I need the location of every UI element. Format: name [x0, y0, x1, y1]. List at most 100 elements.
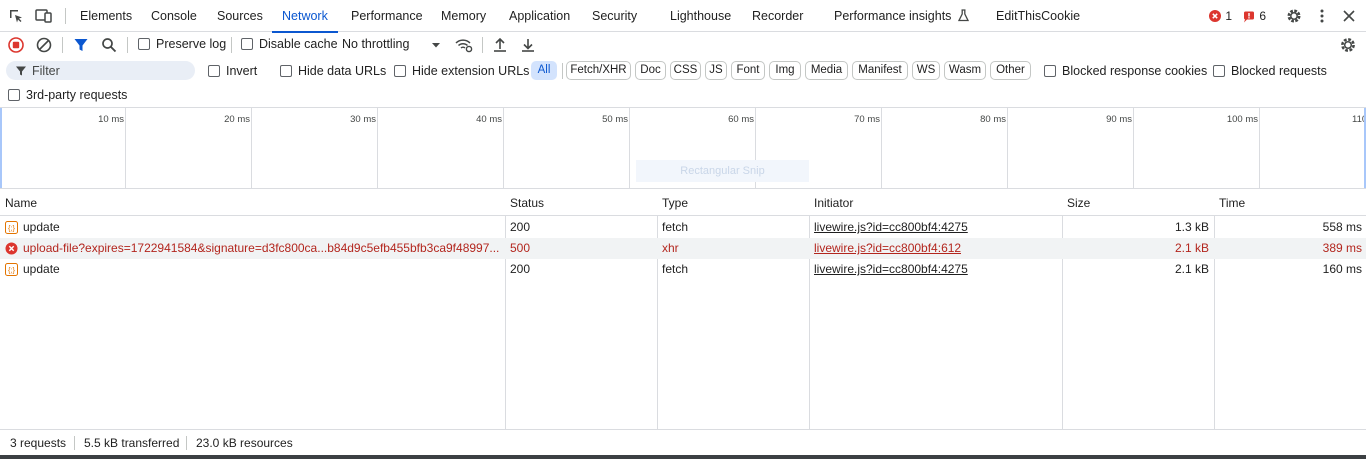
timeline-gridline: [1007, 108, 1008, 188]
table-header: Name Status Type Initiator Size Time: [0, 189, 1366, 216]
devtools-tabbar: Elements Console Sources Network Perform…: [0, 0, 1366, 33]
hide-data-urls-checkbox[interactable]: [280, 65, 292, 77]
hide-extension-urls-label: Hide extension URLs: [412, 64, 530, 78]
type-filter-other[interactable]: Other: [990, 61, 1031, 80]
tab-memory[interactable]: Memory: [441, 0, 486, 32]
tab-performance-insights-label: Performance insights: [834, 9, 952, 23]
column-header-size[interactable]: Size: [1067, 189, 1090, 216]
device-toolbar-icon[interactable]: [35, 8, 52, 24]
column-header-time[interactable]: Time: [1219, 189, 1245, 216]
request-status: 200: [510, 262, 531, 276]
preserve-log-checkbox[interactable]: [138, 38, 150, 50]
blocked-response-cookies-checkbox[interactable]: [1044, 65, 1056, 77]
type-filter-doc[interactable]: Doc: [635, 61, 666, 80]
request-size: 2.1 kB: [1174, 262, 1209, 276]
request-name: update: [23, 220, 60, 234]
type-filter-js[interactable]: JS: [705, 61, 727, 80]
search-icon[interactable]: [100, 36, 118, 54]
hide-extension-urls-checkbox[interactable]: [394, 65, 406, 77]
tab-performance-insights[interactable]: Performance insights: [834, 0, 969, 32]
column-header-status[interactable]: Status: [510, 189, 544, 216]
tab-elements[interactable]: Elements: [80, 0, 132, 32]
more-icon[interactable]: [1314, 8, 1330, 24]
tab-sources[interactable]: Sources: [217, 0, 263, 32]
export-har-icon[interactable]: [519, 36, 537, 54]
error-count[interactable]: 1: [1208, 8, 1232, 24]
blocked-requests-checkbox[interactable]: [1213, 65, 1225, 77]
inspect-element-icon[interactable]: [8, 8, 24, 24]
network-conditions-icon[interactable]: [454, 36, 473, 54]
filter-bar: Invert Hide data URLs Hide extension URL…: [0, 58, 1366, 108]
tab-security[interactable]: Security: [592, 0, 637, 32]
tab-network[interactable]: Network: [272, 0, 338, 33]
request-size: 1.3 kB: [1174, 220, 1209, 234]
timeline-tick-label: 50 ms: [602, 114, 628, 125]
invert-label: Invert: [226, 64, 258, 78]
request-initiator[interactable]: livewire.js?id=cc800bf4:4275: [814, 217, 968, 238]
table-row[interactable]: {;} update 200 fetch livewire.js?id=cc80…: [0, 217, 1366, 238]
throttling-select[interactable]: No throttling: [342, 37, 409, 51]
fetch-request-icon: {;}: [5, 221, 18, 234]
column-header-type[interactable]: Type: [662, 189, 688, 216]
request-time: 558 ms: [1322, 220, 1362, 234]
issue-flag-icon: [1244, 11, 1254, 23]
timeline-gridline: [881, 108, 882, 188]
type-filter-img[interactable]: Img: [769, 61, 801, 80]
table-row[interactable]: {;} update 200 fetch livewire.js?id=cc80…: [0, 259, 1366, 280]
toolbar-divider: [482, 37, 483, 53]
tab-editthiscookie[interactable]: EditThisCookie: [996, 0, 1080, 32]
network-overview-timeline[interactable]: 10 ms 20 ms 30 ms 40 ms 50 ms 60 ms 70 m…: [0, 108, 1366, 189]
table-row-error[interactable]: upload-file?expires=1722941584&signature…: [0, 238, 1366, 259]
timeline-tick-label: 10 ms: [98, 114, 124, 125]
request-initiator[interactable]: livewire.js?id=cc800bf4:612: [814, 238, 961, 259]
issue-count[interactable]: 6: [1243, 8, 1266, 24]
invert-checkbox[interactable]: [208, 65, 220, 77]
tab-console[interactable]: Console: [151, 0, 197, 32]
tab-performance[interactable]: Performance: [351, 0, 423, 32]
record-stop-icon[interactable]: [7, 36, 25, 54]
type-filter-css[interactable]: CSS: [670, 61, 701, 80]
chevron-down-icon[interactable]: [427, 36, 445, 54]
column-header-name[interactable]: Name: [5, 189, 37, 216]
timeline-tick-label: 80 ms: [980, 114, 1006, 125]
request-status: 200: [510, 220, 531, 234]
third-party-checkbox[interactable]: [8, 89, 20, 101]
type-filter-font[interactable]: Font: [731, 61, 765, 80]
type-filter-wasm[interactable]: Wasm: [944, 61, 986, 80]
tab-lighthouse[interactable]: Lighthouse: [670, 0, 731, 32]
timeline-tick-label: 100 ms: [1226, 114, 1258, 125]
filter-funnel-icon[interactable]: [72, 36, 90, 54]
column-header-initiator[interactable]: Initiator: [814, 189, 853, 216]
error-count-value: 1: [1225, 9, 1233, 23]
request-initiator[interactable]: livewire.js?id=cc800bf4:4275: [814, 259, 968, 280]
type-filter-ws[interactable]: WS: [912, 61, 940, 80]
clear-icon[interactable]: [35, 36, 53, 54]
toolbar-divider: [231, 37, 232, 53]
timeline-gridline: [629, 108, 630, 188]
requests-table: Name Status Type Initiator Size Time {;}…: [0, 189, 1366, 429]
timeline-tick-label: 60 ms: [728, 114, 754, 125]
close-icon[interactable]: [1341, 8, 1357, 24]
timeline-tick-label: 40 ms: [476, 114, 502, 125]
svg-text:{;}: {;}: [8, 224, 16, 233]
toolbar-divider: [62, 37, 63, 53]
filter-field[interactable]: [6, 61, 195, 80]
tab-recorder[interactable]: Recorder: [752, 0, 803, 32]
tab-application[interactable]: Application: [509, 0, 570, 32]
svg-text:{;}: {;}: [8, 266, 16, 275]
type-filter-media[interactable]: Media: [805, 61, 848, 80]
type-filter-all[interactable]: All: [531, 61, 557, 80]
import-har-icon[interactable]: [491, 36, 509, 54]
timeline-gridline: [503, 108, 504, 188]
toolbar-divider: [127, 37, 128, 53]
network-settings-icon[interactable]: [1339, 36, 1357, 54]
timeline-tick-label: 30 ms: [350, 114, 376, 125]
type-filter-manifest[interactable]: Manifest: [852, 61, 908, 80]
settings-icon[interactable]: [1286, 8, 1302, 24]
type-filter-fetch-xhr[interactable]: Fetch/XHR: [566, 61, 631, 80]
timeline-gridline: [377, 108, 378, 188]
request-type: fetch: [662, 262, 689, 276]
filter-input[interactable]: [32, 62, 192, 79]
timeline-gridline: [1133, 108, 1134, 188]
disable-cache-checkbox[interactable]: [241, 38, 253, 50]
